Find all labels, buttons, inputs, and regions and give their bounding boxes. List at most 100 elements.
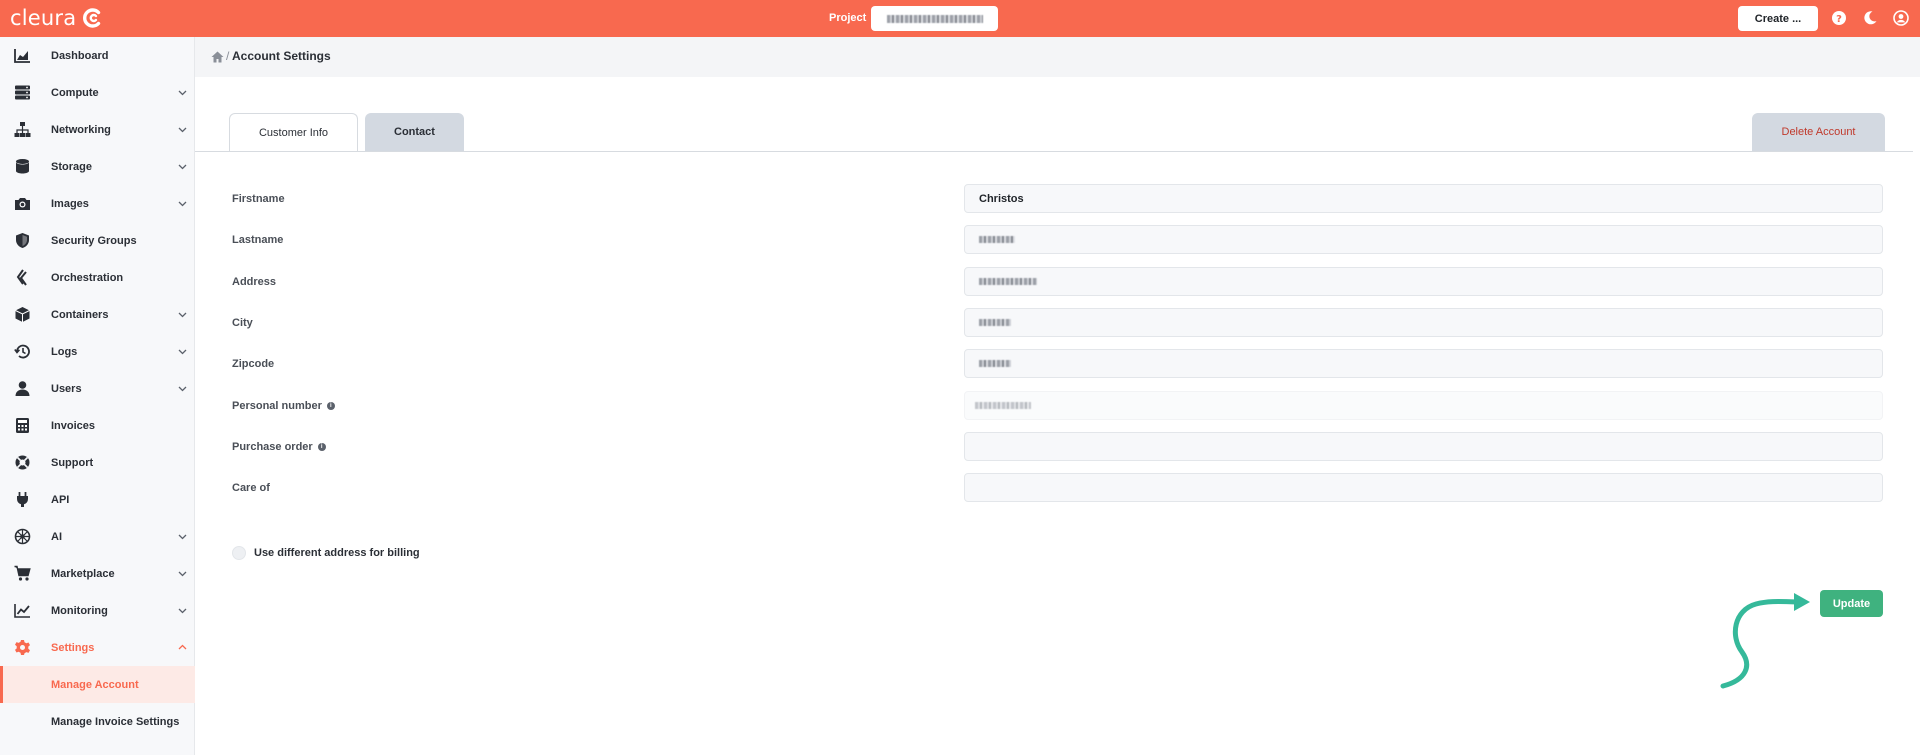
chevron-down-icon <box>178 312 187 318</box>
network-icon <box>14 122 31 137</box>
chevron-down-icon <box>178 127 187 133</box>
care-of-label: Care of <box>232 482 270 494</box>
chevron-up-icon <box>178 644 187 650</box>
personal-number-field <box>964 391 1883 420</box>
firstname-field[interactable]: Christos <box>964 184 1883 213</box>
cart-icon <box>14 565 31 581</box>
city-field[interactable] <box>964 308 1883 337</box>
create-button[interactable]: Create ... <box>1738 6 1818 31</box>
tab-contact[interactable]: Contact <box>365 113 464 151</box>
chevron-down-icon <box>178 386 187 392</box>
sidebar-subitem-manage-invoice-settings[interactable]: Manage Invoice Settings <box>0 703 195 740</box>
billing-address-toggle[interactable] <box>232 546 246 560</box>
sidebar-item-label: Security Groups <box>51 234 137 247</box>
chevron-down-icon <box>178 201 187 207</box>
moon-icon[interactable] <box>1862 10 1878 26</box>
sidebar-item-networking[interactable]: Networking <box>0 111 195 148</box>
zipcode-field[interactable] <box>964 349 1883 378</box>
firstname-label: Firstname <box>232 193 285 205</box>
plug-icon <box>16 492 29 507</box>
sidebar-item-logs[interactable]: Logs <box>0 333 195 370</box>
sidebar-subitem-label: Manage Account <box>51 678 139 691</box>
sidebar-item-label: Compute <box>51 86 99 99</box>
sidebar-item-settings[interactable]: Settings <box>0 629 195 666</box>
purchase-order-field[interactable] <box>964 432 1883 461</box>
tab-customer-info[interactable]: Customer Info <box>229 113 358 151</box>
sidebar-item-invoices[interactable]: Invoices <box>0 407 195 444</box>
sidebar-item-label: AI <box>51 530 62 543</box>
user-icon <box>15 381 30 396</box>
field-label-text: City <box>232 317 253 329</box>
sidebar-item-label: Dashboard <box>51 49 109 62</box>
breadcrumb-separator: / <box>226 49 230 63</box>
sidebar-item-users[interactable]: Users <box>0 370 195 407</box>
project-label: Project <box>829 12 867 24</box>
update-button[interactable]: Update <box>1820 590 1883 617</box>
sidebar-item-marketplace[interactable]: Marketplace <box>0 555 195 592</box>
sidebar-item-label: Logs <box>51 345 78 358</box>
sidebar-item-monitoring[interactable]: Monitoring <box>0 592 195 629</box>
info-icon[interactable]: i <box>326 402 335 410</box>
sidebar-item-label: Storage <box>51 160 92 173</box>
sidebar-item-label: Monitoring <box>51 604 108 617</box>
lastname-field[interactable] <box>964 225 1883 254</box>
logo[interactable]: cleura <box>10 4 104 32</box>
field-value: Christos <box>979 192 1024 205</box>
redacted-value <box>979 236 1015 243</box>
sidebar-item-label: Marketplace <box>51 567 115 580</box>
sidebar-item-images[interactable]: Images <box>0 185 195 222</box>
field-label-text: Lastname <box>232 234 284 246</box>
sidebar-subitem-manage-account[interactable]: Manage Account <box>0 666 195 703</box>
gear-icon <box>15 640 30 655</box>
page-title: Account Settings <box>232 49 331 63</box>
redacted-value <box>975 402 1031 409</box>
delete-account-button[interactable]: Delete Account <box>1752 113 1885 151</box>
sidebar-item-ai[interactable]: AI <box>0 518 195 555</box>
redacted-value <box>979 319 1011 326</box>
chevron-down-icon <box>178 90 187 96</box>
info-icon[interactable]: i <box>317 443 326 451</box>
field-label-text: Personal number <box>232 400 322 412</box>
ai-icon <box>14 528 31 545</box>
top-bar: cleura Project Create ... ? <box>0 0 1920 37</box>
sidebar-item-containers[interactable]: Containers <box>0 296 195 333</box>
shield-icon <box>16 233 29 248</box>
sidebar-item-api[interactable]: API <box>0 481 195 518</box>
sidebar-item-compute[interactable]: Compute <box>0 74 195 111</box>
sidebar-item-label: Orchestration <box>51 271 124 284</box>
brand-name: cleura <box>10 6 77 30</box>
sidebar-item-label: Containers <box>51 308 109 321</box>
field-label-text: Zipcode <box>232 358 275 370</box>
sidebar-item-dashboard[interactable]: Dashboard <box>0 37 195 74</box>
field-label-text: Firstname <box>232 193 285 205</box>
annotation-arrow-icon <box>1720 593 1810 689</box>
address-field[interactable] <box>964 267 1883 296</box>
sidebar-item-orchestration[interactable]: Orchestration <box>0 259 195 296</box>
personal-number-label: Personal number i <box>232 400 335 412</box>
field-label-text: Purchase order <box>232 441 313 453</box>
chart-icon <box>14 49 30 63</box>
calculator-icon <box>16 418 29 433</box>
sidebar-item-label: Networking <box>51 123 111 136</box>
sidebar-item-label: Users <box>51 382 82 395</box>
home-icon[interactable] <box>211 51 224 63</box>
history-icon <box>14 344 30 359</box>
care-of-field[interactable] <box>964 473 1883 502</box>
redacted-project-name <box>886 14 983 23</box>
camera-icon <box>15 198 30 210</box>
lastname-label: Lastname <box>232 234 283 246</box>
sidebar-item-storage[interactable]: Storage <box>0 148 195 185</box>
lifebuoy-icon <box>15 455 30 470</box>
sidebar-item-label: Settings <box>51 641 95 654</box>
line-chart-icon <box>14 604 30 618</box>
user-icon[interactable] <box>1893 10 1909 26</box>
chevron-down-icon <box>178 608 187 614</box>
billing-address-label: Use different address for billing <box>254 547 420 559</box>
sidebar-subitem-label: Manage Invoice Settings <box>51 715 180 728</box>
sidebar-item-label: API <box>51 493 70 506</box>
chevron-down-icon <box>178 571 187 577</box>
help-icon[interactable]: ? <box>1831 10 1847 26</box>
sidebar-item-security-groups[interactable]: Security Groups <box>0 222 195 259</box>
sidebar-item-support[interactable]: Support <box>0 444 195 481</box>
project-selector[interactable] <box>871 6 998 31</box>
